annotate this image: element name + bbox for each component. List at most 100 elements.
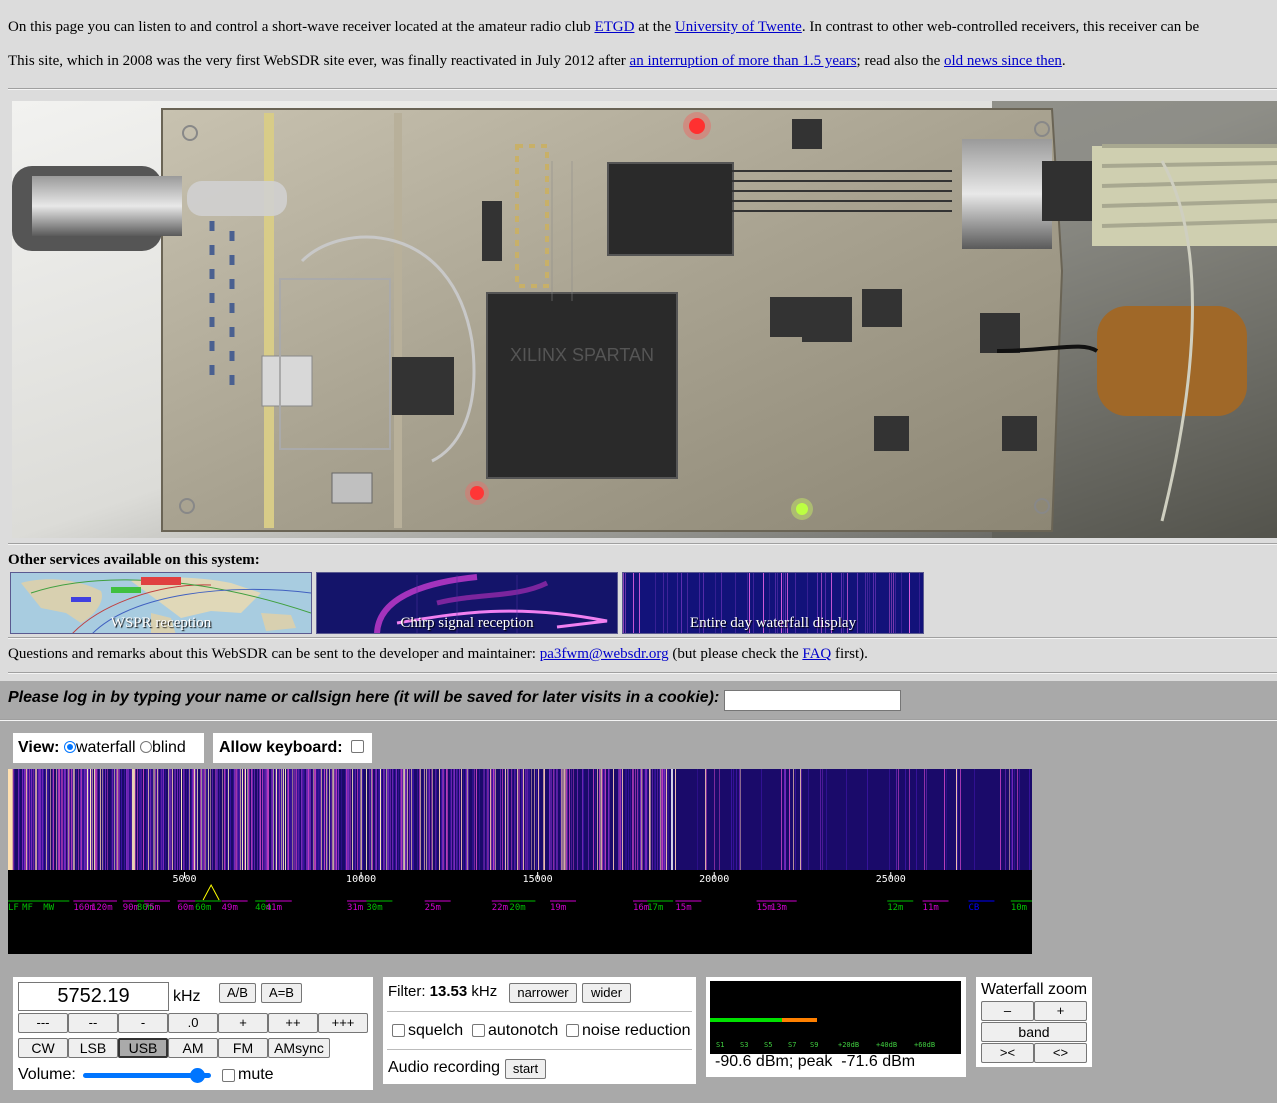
band-label[interactable]: 25m <box>425 903 441 913</box>
blind-radio[interactable] <box>139 741 152 753</box>
round-button[interactable]: .0 <box>168 1013 218 1033</box>
band-label[interactable]: 31m <box>347 903 363 913</box>
faq-link[interactable]: FAQ <box>802 646 831 662</box>
wspr-thumbnail[interactable]: WSPR reception <box>10 572 312 634</box>
narrower-button[interactable]: narrower <box>509 983 577 1003</box>
autonotch-checkbox[interactable] <box>472 1024 485 1037</box>
band-label[interactable]: 120m <box>91 903 113 913</box>
waterfall-line <box>296 769 297 870</box>
waterfall-line <box>439 769 440 870</box>
etgd-link[interactable]: ETGD <box>594 19 634 35</box>
waterfall-line <box>556 769 557 870</box>
a-equals-b-button[interactable]: A=B <box>261 983 302 1003</box>
step-up-1-button[interactable]: + <box>218 1013 268 1033</box>
volume-thumb[interactable] <box>190 1068 206 1083</box>
zoom-narrow-button[interactable]: >< <box>981 1043 1034 1063</box>
zoom-wide-button[interactable]: <> <box>1034 1043 1087 1063</box>
zoom-out-button[interactable]: – <box>981 1001 1034 1021</box>
band-label[interactable]: 22m <box>492 903 508 913</box>
waterfall-line <box>248 769 249 870</box>
waterfall-line <box>595 769 596 870</box>
band-label[interactable]: 49m <box>222 903 238 913</box>
waterfall-line <box>291 769 292 870</box>
band-label[interactable]: 19m <box>550 903 566 913</box>
waterfall-line <box>450 769 451 870</box>
day-waterfall-thumbnail[interactable]: Entire day waterfall display <box>622 572 924 634</box>
waterfall-line <box>536 769 537 870</box>
mute-checkbox[interactable] <box>222 1069 235 1082</box>
waterfall-line <box>227 769 228 870</box>
waterfall-display[interactable] <box>8 769 1032 870</box>
meter-scale-label: +60dB <box>914 1041 935 1049</box>
allow-keyboard-checkbox[interactable] <box>351 740 365 753</box>
step-up-3-button[interactable]: +++ <box>318 1013 368 1033</box>
waterfall-line <box>156 769 157 870</box>
frequency-scale[interactable]: 5000 10000 15000 20000 25000LF MF MW 160m120m 90… <box>8 870 1032 954</box>
waterfall-line <box>662 769 663 870</box>
mode-amsync-button[interactable]: AMsync <box>268 1038 330 1058</box>
band-label[interactable]: 20m <box>509 903 525 913</box>
band-label[interactable]: 10m <box>1011 903 1027 913</box>
record-start-button[interactable]: start <box>505 1059 546 1079</box>
mode-am-button[interactable]: AM <box>168 1038 218 1058</box>
band-label[interactable]: 41m <box>266 903 282 913</box>
band-label[interactable]: MW <box>43 903 54 913</box>
band-label[interactable]: 17m <box>647 903 663 913</box>
waterfall-line <box>313 769 314 870</box>
chirp-thumbnail[interactable]: Chirp signal reception <box>316 572 618 634</box>
band-label[interactable]: MF <box>22 903 33 913</box>
waterfall-line <box>960 769 961 870</box>
squelch-checkbox[interactable] <box>392 1024 405 1037</box>
band-label[interactable]: 13m <box>771 903 787 913</box>
band-label[interactable]: 11m <box>923 903 939 913</box>
mode-lsb-button[interactable]: LSB <box>68 1038 118 1058</box>
waterfall-line <box>301 769 302 870</box>
mode-fm-button[interactable]: FM <box>218 1038 268 1058</box>
callsign-input[interactable] <box>724 690 901 711</box>
waterfall-line <box>402 769 403 870</box>
waterfall-radio[interactable] <box>63 741 76 753</box>
university-link[interactable]: University of Twente <box>675 19 802 35</box>
mode-usb-button[interactable]: USB <box>118 1038 168 1058</box>
service-label: WSPR reception <box>110 615 212 631</box>
waterfall-line <box>266 769 267 870</box>
email-link[interactable]: pa3fwm@websdr.org <box>540 646 669 662</box>
mode-cw-button[interactable]: CW <box>18 1038 68 1058</box>
waterfall-line <box>432 769 433 870</box>
waterfall-line <box>484 769 485 870</box>
ab-button[interactable]: A/B <box>219 983 256 1003</box>
waterfall-line <box>337 769 338 870</box>
noise-reduction-checkbox[interactable] <box>566 1024 579 1037</box>
waterfall-line <box>96 769 97 870</box>
waterfall-line <box>571 769 572 870</box>
waterfall-line <box>210 769 211 870</box>
band-label[interactable]: 75m <box>144 903 160 913</box>
tuning-marker[interactable] <box>202 883 220 901</box>
frequency-input[interactable] <box>18 982 169 1011</box>
waterfall-line <box>53 769 54 870</box>
step-down-2-button[interactable]: -- <box>68 1013 118 1033</box>
zoom-band-button[interactable]: band <box>981 1022 1087 1042</box>
divider <box>8 637 1277 639</box>
waterfall-line <box>573 769 574 870</box>
band-label[interactable]: 12m <box>887 903 903 913</box>
volume-slider[interactable] <box>83 1068 211 1083</box>
interruption-link[interactable]: an interruption of more than 1.5 years <box>630 53 857 69</box>
band-label[interactable]: LF <box>8 903 19 913</box>
step-down-3-button[interactable]: --- <box>18 1013 68 1033</box>
waterfall-line <box>157 769 158 870</box>
step-up-2-button[interactable]: ++ <box>268 1013 318 1033</box>
step-down-1-button[interactable]: - <box>118 1013 168 1033</box>
band-label[interactable]: 60m <box>195 903 211 913</box>
band-label[interactable]: 60m <box>177 903 193 913</box>
old-news-link[interactable]: old news since then <box>944 53 1062 69</box>
band-label[interactable]: CB <box>968 903 979 913</box>
band-label[interactable]: 30m <box>366 903 382 913</box>
band-label[interactable]: 15m <box>675 903 691 913</box>
divider <box>0 719 1277 721</box>
wider-button[interactable]: wider <box>582 983 631 1003</box>
waterfall-line <box>476 769 477 870</box>
zoom-in-button[interactable]: + <box>1034 1001 1087 1021</box>
waterfall-line <box>34 769 35 870</box>
waterfall-line <box>410 769 411 870</box>
